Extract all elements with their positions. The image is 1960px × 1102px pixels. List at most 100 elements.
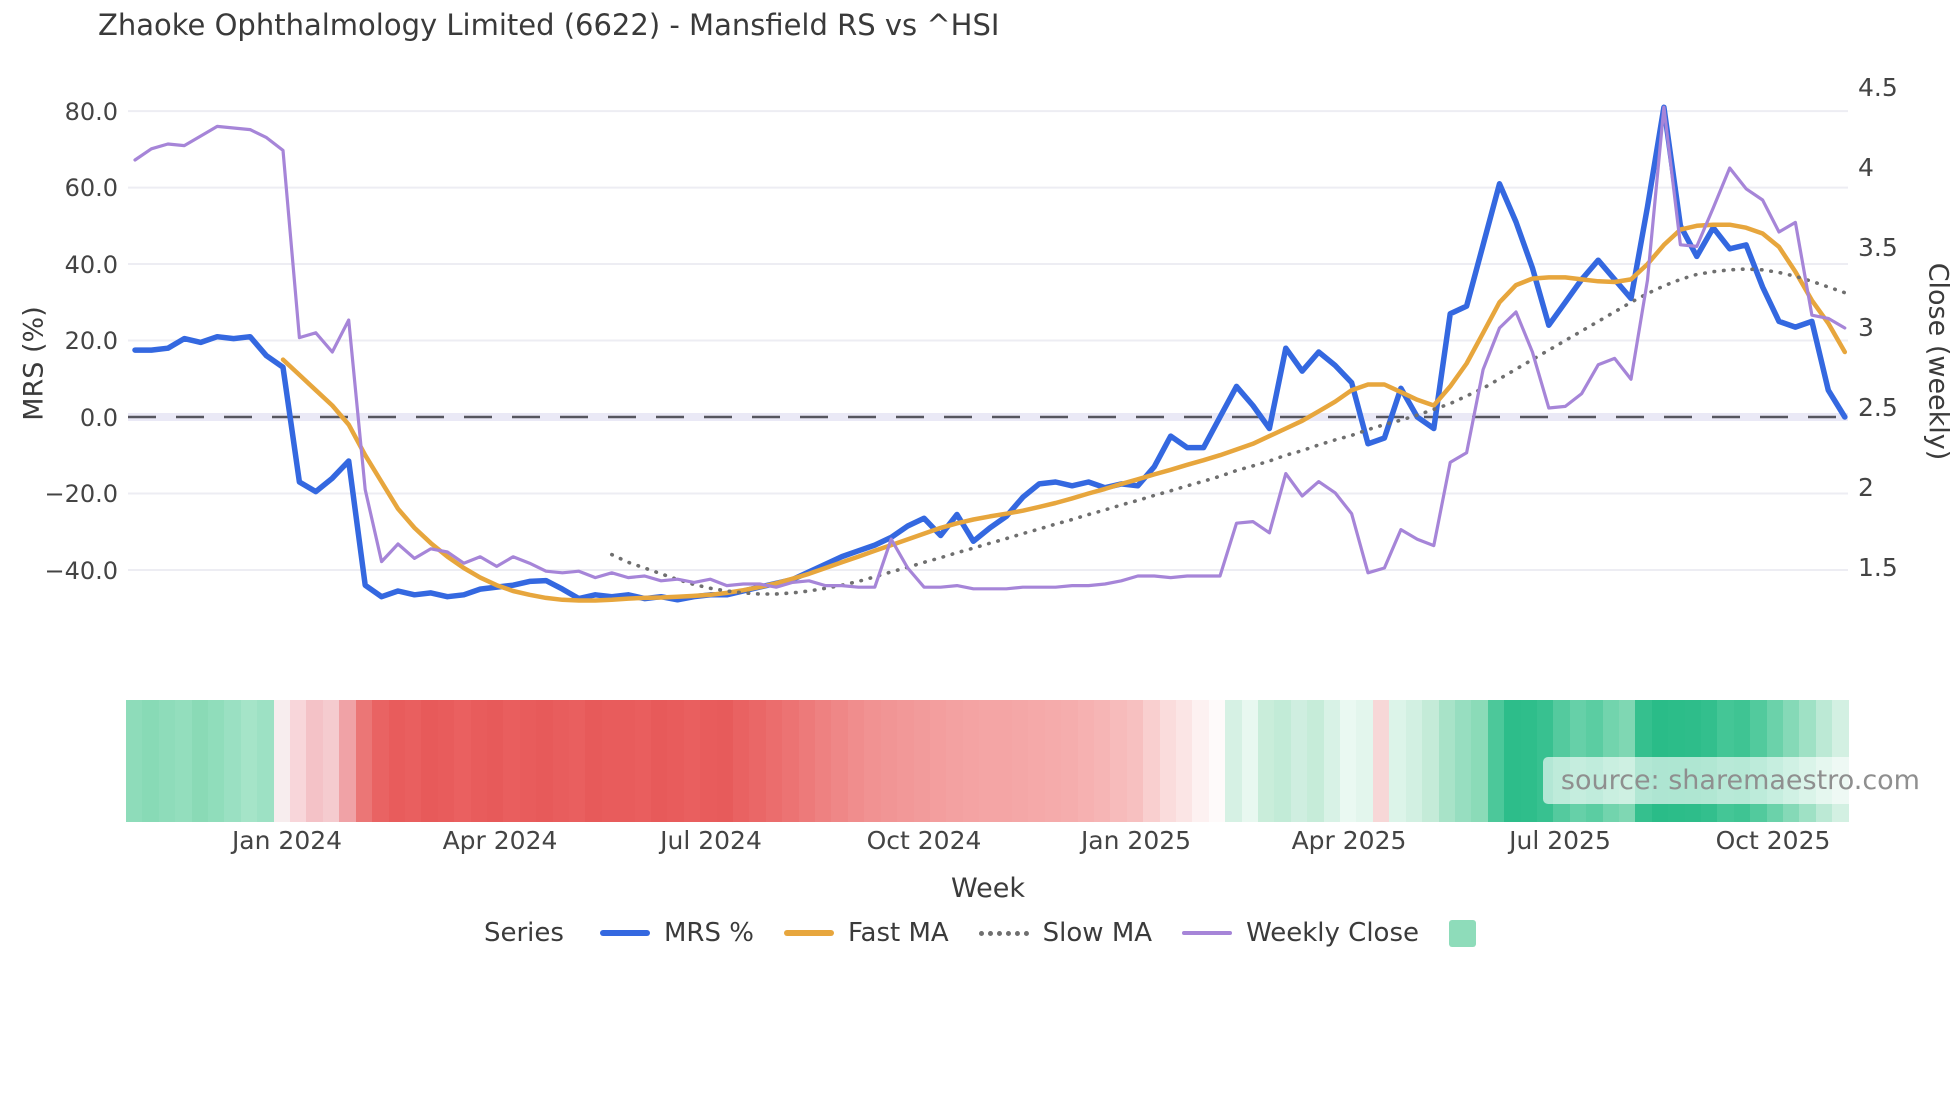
legend: Series MRS % Fast MA Slow MA Weekly Clos…	[0, 918, 1960, 948]
heatmap-week-cell	[1389, 700, 1406, 822]
heatmap-week-cell	[306, 700, 323, 822]
heatmap-week-cell	[864, 700, 881, 822]
heatmap-week-cell	[191, 700, 209, 822]
heatmap-week-cell	[1274, 700, 1291, 822]
heatmap-week-cell	[979, 700, 996, 822]
heatmap-week-cell	[946, 700, 963, 822]
heatmap-week-cell	[372, 700, 389, 822]
heatmap-week-cell	[618, 700, 635, 822]
fast-ma-line-swatch-icon	[783, 930, 834, 936]
series-line-fast-ma[interactable]	[280, 222, 1848, 603]
heatmap-week-cell	[716, 700, 734, 822]
heatmap-week-cell	[158, 700, 176, 822]
x-axis-title: Week	[951, 873, 1025, 904]
heatmap-week-cell	[782, 700, 799, 822]
heatmap-week-cell	[1487, 700, 1505, 822]
heatmap-week-cell	[1011, 700, 1029, 822]
legend-item-slow-ma[interactable]: Slow MA	[978, 918, 1153, 948]
heatmap-week-cell	[585, 700, 602, 822]
heatmap-week-cell	[257, 700, 274, 822]
heatmap-week-cell	[142, 700, 159, 822]
heatmap-week-cell	[831, 700, 848, 822]
heatmap-week-cell	[355, 700, 373, 822]
legend-item-label: Slow MA	[1042, 918, 1153, 948]
heatmap-week-cell	[224, 700, 241, 822]
right-ytick-1p5: 1.5	[1858, 553, 1898, 582]
heatmap-week-cell	[1044, 700, 1062, 822]
heatmap-week-cell	[1307, 700, 1324, 822]
heatmap-week-cell	[1422, 700, 1439, 822]
heatmap-week-cell	[421, 700, 438, 822]
heatmap-week-cell	[995, 700, 1012, 822]
slow-ma-dotted-swatch-icon	[978, 930, 1029, 936]
heatmap-week-cell	[847, 700, 865, 822]
heatmap-week-cell	[503, 700, 520, 822]
heatmap-week-cell	[454, 700, 471, 822]
xtick-jul-2024: Jul 2024	[660, 826, 762, 855]
heatmap-week-cell	[322, 700, 340, 822]
heatmap-week-cell	[404, 700, 422, 822]
heatmap-week-cell	[601, 700, 619, 822]
left-ytick-80: 80.0	[64, 98, 118, 126]
legend-item-label: MRS %	[663, 918, 754, 948]
legend-item-heatmap[interactable]	[1449, 919, 1476, 947]
legend-item-weekly-close[interactable]: Weekly Close	[1182, 918, 1419, 948]
heatmap-week-cell	[1028, 700, 1045, 822]
heatmap-week-cell	[798, 700, 816, 822]
heatmap-week-cell	[1126, 700, 1144, 822]
heatmap-week-cell	[634, 700, 651, 822]
chart-page: Zhaoke Ophthalmology Limited (6622) - Ma…	[0, 0, 1960, 1102]
heatmap-week-cell	[1405, 700, 1423, 822]
legend-item-label: Fast MA	[847, 918, 949, 948]
heatmap-week-cell	[913, 700, 930, 822]
heatmap-week-cell	[552, 700, 569, 822]
left-ytick-m40: −40.0	[44, 557, 118, 585]
right-ytick-4: 4	[1858, 153, 1874, 182]
xtick-apr-2025: Apr 2025	[1291, 826, 1407, 855]
xtick-jan-2025: Jan 2025	[1080, 826, 1192, 855]
heatmap-week-cell	[388, 700, 405, 822]
heatmap-week-cell	[519, 700, 537, 822]
heatmap-week-cell	[437, 700, 455, 822]
heatmap-week-cell	[1504, 700, 1521, 822]
heatmap-week-cell	[1290, 700, 1308, 822]
xtick-apr-2024: Apr 2024	[442, 826, 558, 855]
heatmap-week-cell	[536, 700, 553, 822]
right-ytick-2: 2	[1858, 473, 1874, 502]
heatmap-week-cell	[486, 700, 504, 822]
heatmap-week-cell	[1061, 700, 1078, 822]
heatmap-week-cell	[1110, 700, 1127, 822]
legend-item-fast-ma[interactable]: Fast MA	[783, 918, 949, 948]
heatmap-week-cell	[175, 700, 192, 822]
heatmap-week-cell	[700, 700, 717, 822]
heatmap-week-cell	[568, 700, 586, 822]
heatmap-week-cell	[240, 700, 258, 822]
heatmap-week-cell	[1454, 700, 1472, 822]
legend-title: Series	[483, 918, 564, 948]
heatmap-week-cell	[1520, 700, 1537, 822]
left-ytick-60: 60.0	[64, 174, 118, 202]
heatmap-week-cell	[126, 700, 143, 822]
legend-item-label: Weekly Close	[1246, 918, 1419, 948]
xtick-jan-2024: Jan 2024	[231, 826, 343, 855]
heatmap-week-cell	[1208, 700, 1226, 822]
left-ytick-m20: −20.0	[44, 480, 118, 508]
heatmap-week-cell	[1323, 700, 1341, 822]
heatmap-week-cell	[339, 700, 356, 822]
heatmap-week-cell	[897, 700, 914, 822]
heatmap-week-cell	[1438, 700, 1455, 822]
series-line-mrs[interactable]	[132, 104, 1848, 603]
y-axis-title-right: Close (weekly)	[1922, 262, 1954, 461]
heatmap-week-cell	[929, 700, 947, 822]
heatmap-week-cell	[683, 700, 701, 822]
xtick-jul-2025: Jul 2025	[1509, 826, 1611, 855]
heatmap-week-cell	[733, 700, 750, 822]
heatmap-week-cell	[208, 700, 225, 822]
xtick-oct-2025: Oct 2025	[1715, 826, 1831, 855]
legend-item-mrs[interactable]: MRS %	[599, 918, 754, 948]
heatmap-week-cell	[1077, 700, 1094, 822]
heatmap-week-cell	[651, 700, 668, 822]
heatmap-week-cell	[1372, 700, 1390, 822]
heatmap-week-cell	[880, 700, 898, 822]
heatmap-week-cell	[1159, 700, 1176, 822]
